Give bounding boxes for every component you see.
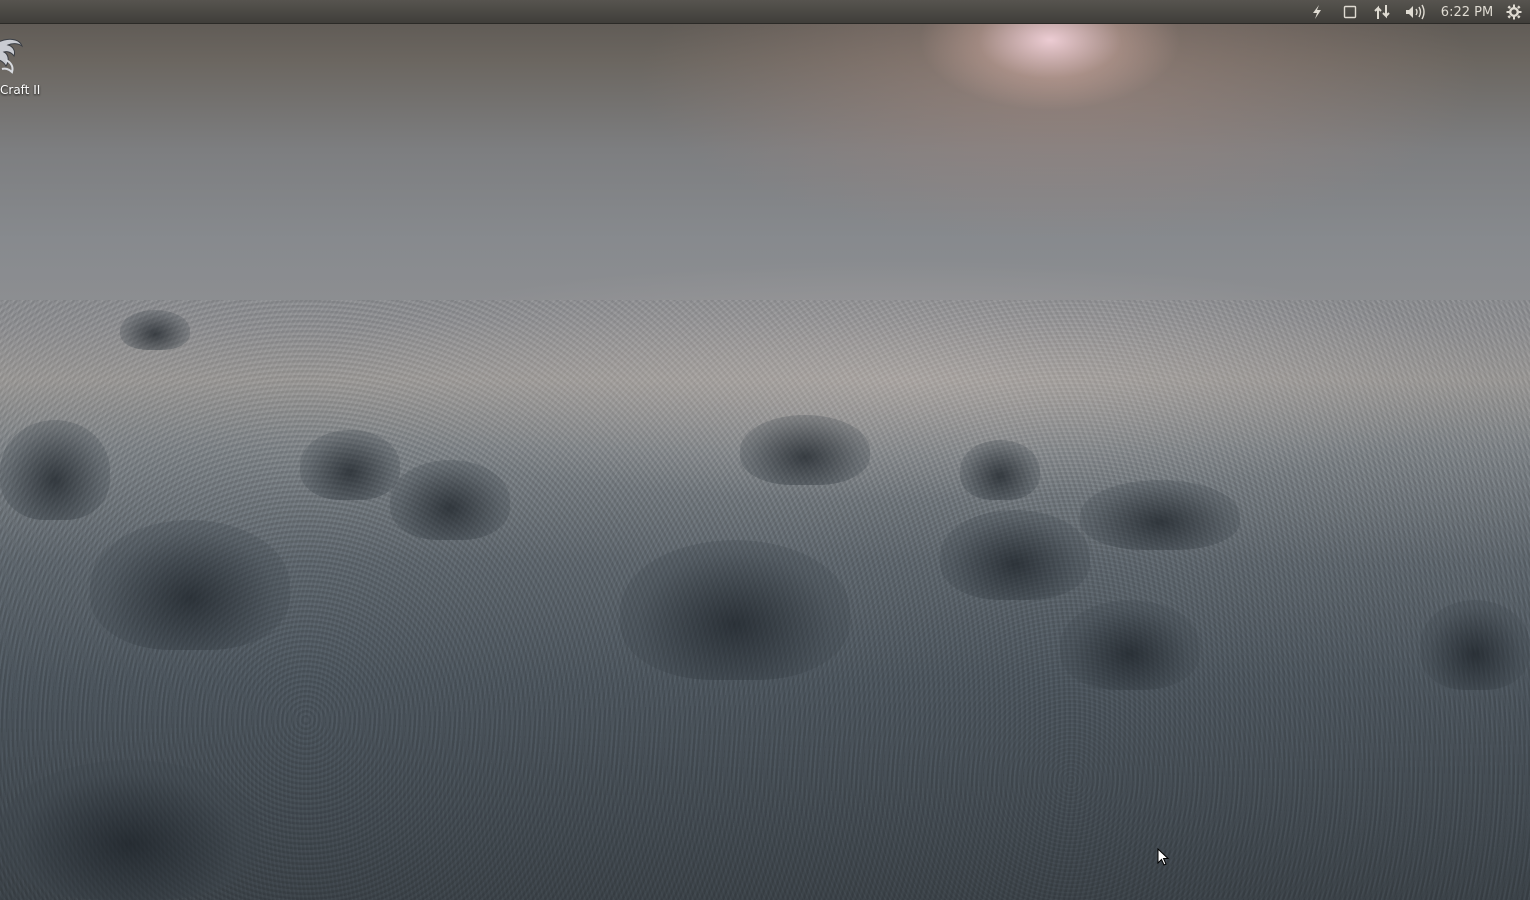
grass-tuft xyxy=(390,460,510,540)
desktop-wallpaper xyxy=(0,0,1530,900)
desktop-shortcut-label: Craft II xyxy=(0,83,41,97)
grass-tuft xyxy=(740,415,870,485)
starcraft-logo-icon xyxy=(0,36,24,76)
clock-time: 6:22 PM xyxy=(1440,4,1494,20)
network-icon[interactable] xyxy=(1370,0,1394,24)
grass-tuft xyxy=(300,430,400,500)
power-icon[interactable] xyxy=(1306,0,1328,24)
keyboard-icon[interactable] xyxy=(1339,0,1361,24)
top-panel: 6:22 PM xyxy=(0,0,1530,24)
grass-tuft xyxy=(960,440,1040,500)
grass-tuft xyxy=(620,540,850,680)
grass-tuft xyxy=(940,510,1090,600)
grass-tuft xyxy=(90,520,290,650)
grass-tuft xyxy=(1420,600,1530,690)
clock-indicator[interactable]: 6:22 PM xyxy=(1436,0,1498,24)
mouse-pointer-icon xyxy=(1157,847,1170,866)
grass-tuft xyxy=(0,420,110,520)
volume-icon[interactable] xyxy=(1402,0,1428,24)
grass-tuft xyxy=(1060,600,1200,690)
grass-tuft xyxy=(1080,480,1240,550)
gear-icon[interactable] xyxy=(1503,0,1525,24)
grass-tuft xyxy=(0,760,260,900)
grass-tuft xyxy=(120,310,190,350)
frost-texture xyxy=(0,300,1530,900)
desktop-shortcut-starcraft[interactable]: Craft II xyxy=(0,34,54,104)
